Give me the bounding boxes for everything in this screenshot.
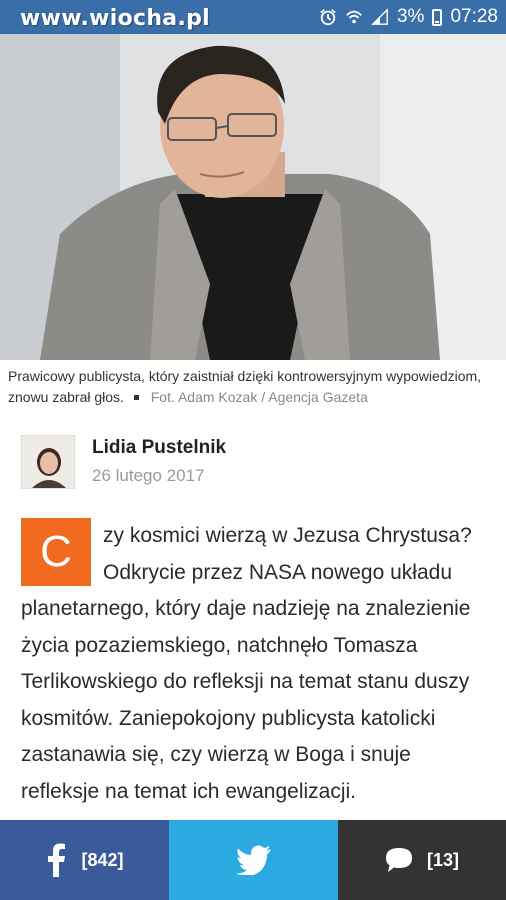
article-photo	[0, 34, 506, 360]
battery-percent: 3%	[396, 6, 425, 27]
facebook-share-count: [842]	[81, 849, 124, 870]
publish-date: 26 lutego 2017	[92, 466, 205, 485]
wifi-icon	[346, 10, 362, 24]
comments-button[interactable]: [13]	[338, 820, 506, 900]
status-indicators: 3% 07:28	[319, 0, 498, 34]
caption-separator	[133, 394, 139, 400]
photo-credit: Fot. Adam Kozak / Agencja Gazeta	[150, 389, 368, 405]
share-bar: [842] [13]	[0, 820, 506, 900]
site-watermark: www.wiocha.pl	[20, 6, 210, 31]
author-avatar[interactable]	[21, 435, 75, 489]
photo-caption: Prawicowy publicysta, który zaistniał dz…	[8, 366, 500, 408]
article-body: zy kosmici wierzą w Jezusa Chrystusa? Od…	[21, 518, 487, 810]
alarm-icon	[320, 9, 336, 26]
comments-count: [13]	[426, 849, 459, 870]
facebook-icon	[48, 843, 66, 877]
author-name[interactable]: Lidia Pustelnik	[92, 437, 226, 459]
battery-icon	[432, 8, 443, 26]
status-bar: www.wiocha.pl 3% 07:28	[0, 0, 506, 34]
facebook-share-button[interactable]: [842]	[0, 820, 169, 900]
comment-bubble-icon	[385, 848, 412, 872]
dropcap-spacer	[21, 518, 103, 586]
signal-icon	[371, 8, 388, 25]
avatar-image	[22, 436, 74, 488]
twitter-icon	[235, 845, 271, 875]
clock-time: 07:28	[450, 6, 498, 27]
twitter-share-button[interactable]	[169, 820, 338, 900]
portrait-image	[0, 34, 506, 360]
